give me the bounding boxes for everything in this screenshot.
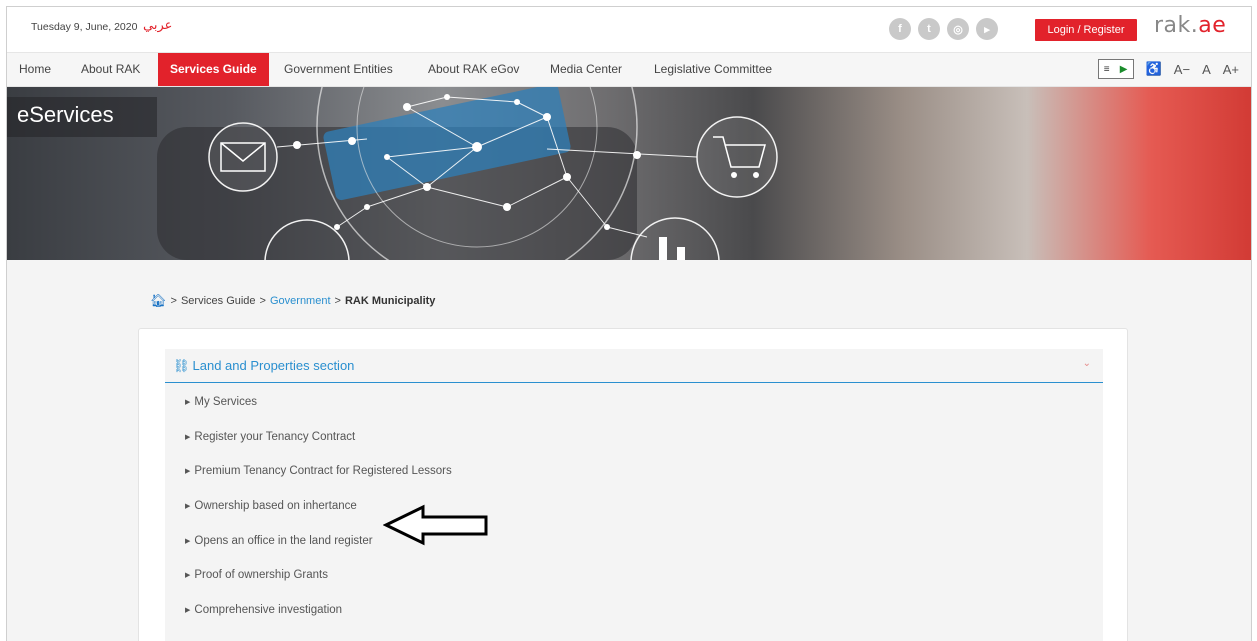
accessibility-icon[interactable]: ♿ (1146, 61, 1162, 77)
list-item[interactable]: ▶ My Services (185, 385, 452, 420)
logo-text-rak: rak. (1154, 13, 1199, 38)
main-content: 🏠︎ > Services Guide > Government > RAK M… (7, 260, 1251, 641)
nav-item-government-entities[interactable]: Government Entities (272, 53, 405, 86)
font-decrease-button[interactable]: A− (1174, 62, 1190, 77)
service-link[interactable]: Ownership based on inhertance (194, 500, 356, 512)
rak-ae-logo[interactable]: rak.ae (1154, 13, 1226, 38)
home-icon[interactable]: 🏠︎ (150, 293, 167, 309)
triangle-right-icon: ▶ (185, 572, 191, 580)
list-item[interactable]: ▶ Premium Tenancy Contract for Registered… (185, 454, 452, 489)
nav-item-media-center[interactable]: Media Center (538, 53, 634, 86)
service-link[interactable]: Premium Tenancy Contract for Registered … (194, 465, 451, 477)
nav-item-services-guide[interactable]: Services Guide (158, 53, 269, 86)
breadcrumb-services-guide[interactable]: Services Guide (181, 295, 256, 307)
accordion-title: Land and Properties section (192, 358, 355, 373)
accessibility-tools: ≡ ▶ ♿ A− A A+ (1097, 59, 1239, 79)
triangle-right-icon: ▶ (185, 503, 191, 511)
youtube-icon[interactable]: ▸ (976, 18, 998, 40)
breadcrumb: 🏠︎ > Services Guide > Government > RAK M… (150, 293, 435, 309)
current-date: Tuesday 9, June, 2020 (31, 21, 138, 33)
breadcrumb-separator: > (259, 295, 266, 307)
annotation-arrow-icon (383, 504, 488, 546)
logo-text-ae: ae (1198, 13, 1227, 38)
instagram-icon[interactable]: ◎ (947, 18, 969, 40)
main-nav: Home About RAK Services Guide Government… (7, 52, 1251, 87)
triangle-right-icon: ▶ (185, 537, 191, 545)
breadcrumb-government[interactable]: Government (270, 295, 331, 307)
triangle-right-icon: ▶ (185, 607, 191, 615)
facebook-icon[interactable]: f (889, 18, 911, 40)
service-link[interactable]: Register your Tenancy Contract (194, 431, 355, 443)
hero-banner: eServices (7, 87, 1251, 260)
service-link[interactable]: Proof of ownership Grants (194, 569, 328, 581)
social-links: f t ◎ ▸ (889, 18, 998, 40)
service-link[interactable]: Opens an office in the land register (194, 535, 372, 547)
breadcrumb-current: RAK Municipality (344, 295, 436, 307)
nav-item-about-rak[interactable]: About RAK (69, 53, 152, 86)
list-item[interactable]: ▶ Comprehensive investigation (185, 593, 452, 628)
nav-item-legislative-committee[interactable]: Legislative Committee (642, 53, 784, 86)
network-illustration (157, 87, 778, 260)
triangle-right-icon: ▶ (185, 468, 191, 476)
services-card: ⛓ Land and Properties section ⌄ ▶ My Serv… (138, 328, 1128, 641)
font-increase-button[interactable]: A+ (1223, 62, 1239, 77)
breadcrumb-separator: > (334, 295, 341, 307)
list-item[interactable]: ▶ Proof of ownership Grants (185, 558, 452, 593)
play-icon: ▶ (1119, 63, 1128, 75)
font-normal-button[interactable]: A (1202, 62, 1211, 77)
twitter-icon[interactable]: t (918, 18, 940, 40)
link-icon: ⛓ (173, 357, 190, 373)
triangle-right-icon: ▶ (185, 399, 191, 406)
service-link[interactable]: Comprehensive investigation (194, 604, 342, 616)
top-utility-bar: Tuesday 9, June, 2020 عربي f t ◎ ▸ Login… (7, 7, 1251, 49)
accordion-header[interactable]: ⛓ Land and Properties section ⌄ (165, 349, 1103, 383)
login-register-button[interactable]: Login / Register (1035, 19, 1137, 41)
breadcrumb-separator: > (170, 295, 177, 307)
read-aloud-button[interactable]: ≡ ▶ (1097, 59, 1134, 79)
hero-title: eServices (7, 97, 157, 137)
language-switch-link[interactable]: عربي (143, 18, 172, 33)
browser-frame: Tuesday 9, June, 2020 عربي f t ◎ ▸ Login… (6, 6, 1252, 641)
chevron-down-icon[interactable]: ⌄ (1083, 358, 1091, 369)
triangle-right-icon: ▶ (185, 433, 191, 441)
land-properties-accordion: ⛓ Land and Properties section ⌄ ▶ My Serv… (165, 349, 1103, 641)
list-item[interactable]: ▶ Register your Tenancy Contract (185, 420, 452, 455)
nav-item-home[interactable]: Home (7, 53, 63, 86)
text-lines-icon: ≡ (1103, 63, 1110, 75)
nav-item-about-rak-egov[interactable]: About RAK eGov (416, 53, 531, 86)
service-link[interactable]: My Services (194, 396, 257, 408)
